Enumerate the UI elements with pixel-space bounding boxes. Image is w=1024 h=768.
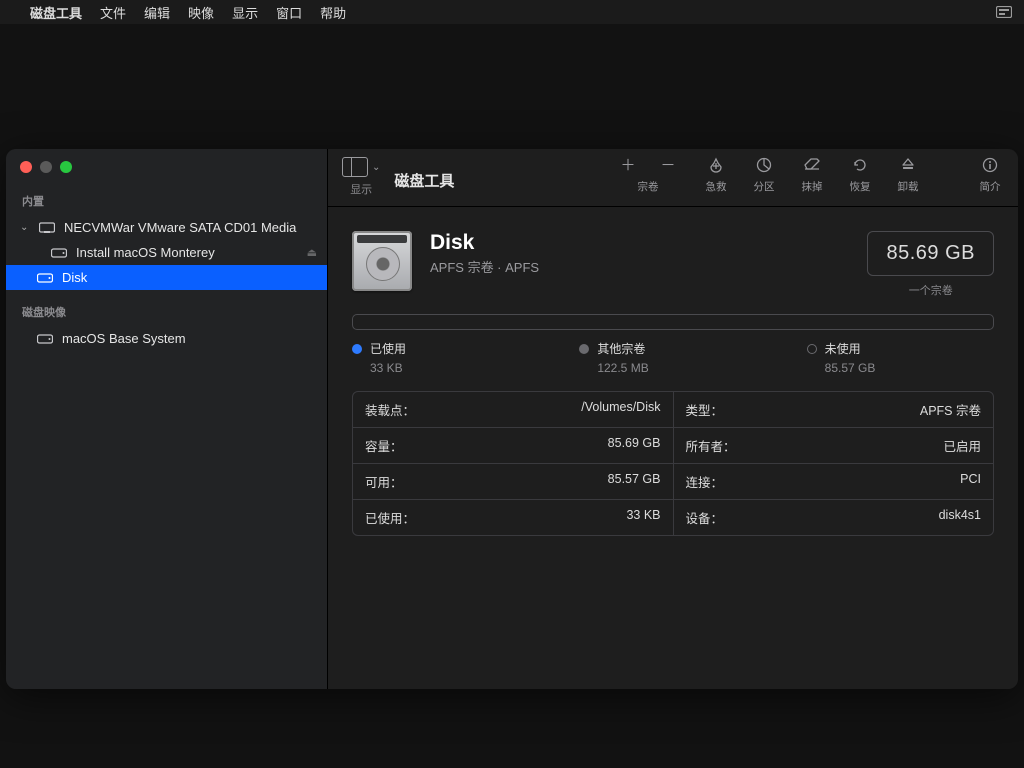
close-button[interactable] [20,161,32,173]
swatch-free [807,344,817,354]
prop-conn: 连接：PCI [674,464,994,500]
prop-owner: 所有者：已启用 [674,428,994,464]
add-volume-button[interactable]: ＋ [614,157,642,175]
volume-icon [36,272,54,284]
prop-mount: 装载点：/Volumes/Disk [353,392,673,428]
minimize-button[interactable] [40,161,52,173]
tray-input-icon[interactable] [996,6,1012,18]
disk-utility-window: 内置 ⌄ NECVMWar VMware SATA CD01 Media Ins… [6,149,1018,689]
prop-type: 类型：APFS 宗卷 [674,392,994,428]
volume-group-label: 宗卷 [638,179,659,194]
app-menu[interactable]: 磁盘工具 [30,3,82,22]
sidebar-section-internal: 内置 [6,189,327,215]
sidebar-item-media[interactable]: ⌄ NECVMWar VMware SATA CD01 Media [6,215,327,240]
prop-free: 可用：85.57 GB [353,464,673,500]
menu-image[interactable]: 映像 [188,3,214,22]
properties-table: 装载点：/Volumes/Disk 容量：85.69 GB 可用：85.57 G… [352,391,994,536]
menu-help[interactable]: 帮助 [320,3,346,22]
unmount-button[interactable]: 卸载 [894,157,922,194]
legend-free: 未使用 85.57 GB [807,340,994,375]
properties-left: 装载点：/Volumes/Disk 容量：85.69 GB 可用：85.57 G… [353,392,674,535]
chevron-down-icon[interactable]: ⌄ [20,222,30,233]
chevron-down-icon[interactable]: ⌄ [372,162,380,173]
sidebar-section-images: 磁盘映像 [6,300,327,326]
swatch-used [352,344,362,354]
eject-icon [901,157,915,175]
volume-name: Disk [430,231,539,255]
optical-disk-icon [38,222,56,234]
sidebar: 内置 ⌄ NECVMWar VMware SATA CD01 Media Ins… [6,149,328,689]
menu-file[interactable]: 文件 [100,3,126,22]
prop-device: 设备：disk4s1 [674,500,994,535]
legend-used: 已使用 33 KB [352,340,539,375]
remove-volume-button[interactable]: － [654,157,682,175]
volume-icon [36,333,54,345]
menu-edit[interactable]: 编辑 [144,3,170,22]
zoom-button[interactable] [60,161,72,173]
sidebar-item-disk[interactable]: Disk [6,265,327,290]
erase-button[interactable]: 抹掉 [798,157,826,194]
erase-icon [803,157,821,175]
toolbar: ⌄ 显示 磁盘工具 ＋ － 宗卷 [328,149,1018,207]
info-icon [982,157,998,175]
swatch-other [579,344,589,354]
partition-icon [756,157,772,175]
capacity-badge: 85.69 GB [867,231,994,276]
partition-button[interactable]: 分区 [750,157,778,194]
info-button[interactable]: 简介 [976,157,1004,194]
sidebar-item-label: NECVMWar VMware SATA CD01 Media [64,220,296,235]
sidebar-item-label: Install macOS Monterey [76,245,215,260]
window-title: 磁盘工具 [394,164,454,191]
usage-bar [352,314,994,330]
usage-section: 已使用 33 KB 其他宗卷 122.5 MB 未使用 85.57 GB [328,306,1018,375]
sidebar-item-label: macOS Base System [62,331,186,346]
menubar: 磁盘工具 文件 编辑 映像 显示 窗口 帮助 [0,0,1024,24]
menu-view[interactable]: 显示 [232,3,258,22]
sidebar-item-label: Disk [62,270,87,285]
desktop: 内置 ⌄ NECVMWar VMware SATA CD01 Media Ins… [0,24,1024,768]
prop-used: 已使用：33 KB [353,500,673,535]
disk-icon [352,231,412,291]
window-controls [6,149,327,189]
volume-subtitle: APFS 宗卷 · APFS [430,257,539,276]
volume-header: Disk APFS 宗卷 · APFS 85.69 GB 一个宗卷 [328,207,1018,306]
sidebar-item-install[interactable]: Install macOS Monterey ⏏ [6,240,327,265]
restore-icon [852,157,868,175]
first-aid-icon [707,157,725,175]
volume-icon [50,247,68,259]
legend-other: 其他宗卷 122.5 MB [579,340,766,375]
main-panel: ⌄ 显示 磁盘工具 ＋ － 宗卷 [328,149,1018,689]
sidebar-item-base-system[interactable]: macOS Base System [6,326,327,351]
capacity-sub: 一个宗卷 [867,282,994,298]
properties-right: 类型：APFS 宗卷 所有者：已启用 连接：PCI 设备：disk4s1 [674,392,994,535]
menu-window[interactable]: 窗口 [276,3,302,22]
view-toggle-label: 显示 [350,181,372,197]
eject-icon[interactable]: ⏏ [307,246,317,259]
view-toggle[interactable] [342,157,368,177]
prop-capacity: 容量：85.69 GB [353,428,673,464]
first-aid-button[interactable]: 急救 [702,157,730,194]
restore-button[interactable]: 恢复 [846,157,874,194]
